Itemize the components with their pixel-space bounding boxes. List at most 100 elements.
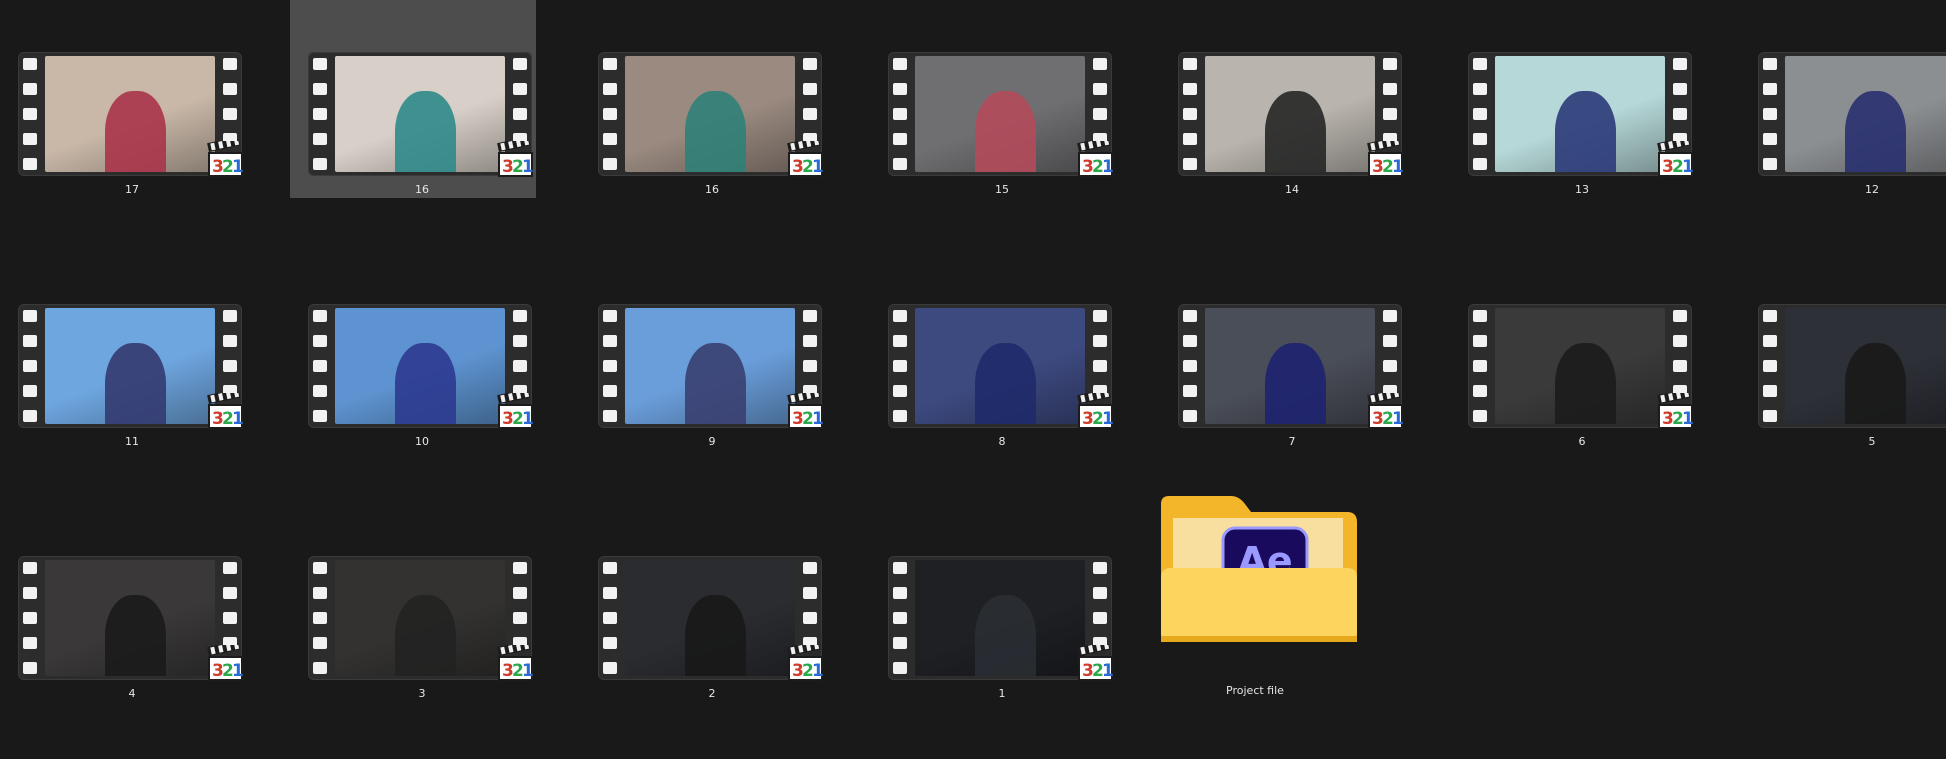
film-sprocket-holes bbox=[603, 58, 617, 170]
badge-digit: 1 bbox=[522, 409, 534, 429]
badge-digit: 1 bbox=[812, 157, 824, 177]
video-file-item[interactable]: 321 4 bbox=[0, 504, 246, 702]
video-file-item[interactable]: 321 6 bbox=[1450, 252, 1696, 450]
project-folder-item[interactable]: Ae Project file bbox=[1140, 470, 1370, 710]
badge-digit: 1 bbox=[1682, 157, 1694, 177]
badge-digit: 1 bbox=[812, 661, 824, 681]
file-name-label: 16 bbox=[415, 183, 429, 196]
video-frame-preview bbox=[625, 560, 795, 676]
file-name-label: 4 bbox=[128, 687, 136, 700]
film-sprocket-holes bbox=[313, 310, 327, 422]
media-player-badge-icon: 321 bbox=[1077, 141, 1114, 177]
film-sprocket-holes bbox=[1473, 310, 1487, 422]
file-name-label: 6 bbox=[1578, 435, 1586, 448]
video-file-item[interactable]: 3 2 1 17 bbox=[0, 0, 246, 198]
video-frame-preview bbox=[335, 560, 505, 676]
media-player-badge-icon: 321 bbox=[497, 141, 534, 177]
badge-digit: 1 bbox=[1102, 661, 1114, 681]
video-file-item[interactable]: 3215 bbox=[1740, 252, 1946, 450]
media-player-badge-icon: 321 bbox=[207, 141, 244, 177]
video-file-item[interactable]: 321 7 bbox=[1160, 252, 1406, 450]
film-sprocket-holes bbox=[23, 562, 37, 674]
badge-digit: 1 bbox=[522, 157, 534, 177]
media-player-badge-icon: 321 bbox=[787, 141, 824, 177]
media-player-badge-icon: 321 bbox=[207, 393, 244, 429]
video-file-item[interactable]: 3 2 1 13 bbox=[1450, 0, 1696, 198]
film-sprocket-holes bbox=[893, 58, 907, 170]
film-sprocket-holes bbox=[23, 310, 37, 422]
film-sprocket-holes bbox=[603, 562, 617, 674]
video-frame-preview bbox=[625, 56, 795, 172]
video-file-item[interactable]: 32112 bbox=[1740, 0, 1946, 198]
media-player-badge-icon: 321 bbox=[1657, 141, 1694, 177]
file-name-label: 14 bbox=[1285, 183, 1299, 196]
media-player-badge-icon: 321 bbox=[1077, 645, 1114, 681]
media-player-badge-icon: 321 bbox=[1077, 393, 1114, 429]
film-sprocket-holes bbox=[1183, 58, 1197, 170]
video-frame-preview bbox=[45, 560, 215, 676]
video-file-item[interactable]: 3 2 1 14 bbox=[1160, 0, 1406, 198]
video-frame-preview bbox=[915, 56, 1085, 172]
film-sprocket-holes bbox=[1763, 310, 1777, 422]
file-name-label: 13 bbox=[1575, 183, 1589, 196]
file-name-label: 15 bbox=[995, 183, 1009, 196]
badge-digit: 1 bbox=[1102, 157, 1114, 177]
file-name-label: 7 bbox=[1288, 435, 1296, 448]
video-frame-preview bbox=[1785, 308, 1946, 424]
video-frame-preview bbox=[1205, 308, 1375, 424]
file-name-label: 9 bbox=[708, 435, 716, 448]
media-player-badge-icon: 321 bbox=[1367, 393, 1404, 429]
media-player-badge-icon: 321 bbox=[1657, 393, 1694, 429]
video-thumbnail bbox=[1758, 52, 1946, 176]
film-sprocket-holes bbox=[893, 562, 907, 674]
video-frame-preview bbox=[1495, 308, 1665, 424]
badge-digit: 1 bbox=[232, 157, 244, 177]
file-name-label: 1 bbox=[998, 687, 1006, 700]
video-frame-preview bbox=[45, 308, 215, 424]
video-file-item[interactable]: 321 9 bbox=[580, 252, 826, 450]
file-name-label: 16 bbox=[705, 183, 719, 196]
badge-digit: 1 bbox=[522, 661, 534, 681]
video-frame-preview bbox=[335, 56, 505, 172]
file-grid: 3211732116321163211532114321133211232111… bbox=[0, 0, 1946, 759]
film-sprocket-holes bbox=[1473, 58, 1487, 170]
file-name-label: 3 bbox=[418, 687, 426, 700]
file-name-label: 8 bbox=[998, 435, 1006, 448]
video-file-item[interactable]: 321 2 bbox=[580, 504, 826, 702]
video-file-item[interactable]: 3211 bbox=[870, 504, 1116, 702]
video-thumbnail bbox=[1758, 304, 1946, 428]
badge-digit: 1 bbox=[1102, 409, 1114, 429]
video-frame-preview bbox=[45, 56, 215, 172]
film-sprocket-holes bbox=[313, 562, 327, 674]
film-sprocket-holes bbox=[1183, 310, 1197, 422]
film-sprocket-holes bbox=[23, 58, 37, 170]
video-frame-preview bbox=[1785, 56, 1946, 172]
video-frame-preview bbox=[625, 308, 795, 424]
film-sprocket-holes bbox=[893, 310, 907, 422]
badge-digit: 1 bbox=[1392, 409, 1404, 429]
video-file-item[interactable]: 321 3 bbox=[290, 504, 536, 702]
video-file-item[interactable]: 3 2 1 16 bbox=[290, 0, 536, 198]
video-file-item[interactable]: 3 2 1 11 bbox=[0, 252, 246, 450]
media-player-badge-icon: 321 bbox=[497, 393, 534, 429]
media-player-badge-icon: 321 bbox=[787, 645, 824, 681]
file-name-label: 12 bbox=[1865, 183, 1879, 196]
film-sprocket-holes bbox=[1763, 58, 1777, 170]
film-sprocket-holes bbox=[603, 310, 617, 422]
media-player-badge-icon: 321 bbox=[787, 393, 824, 429]
video-file-item[interactable]: 3 2 1 15 bbox=[870, 0, 1116, 198]
video-file-item[interactable]: 321 8 bbox=[870, 252, 1116, 450]
badge-digit: 1 bbox=[232, 661, 244, 681]
folder-name-label: Project file bbox=[1226, 684, 1284, 697]
video-file-item[interactable]: 3 2 1 16 bbox=[580, 0, 826, 198]
badge-digit: 1 bbox=[1392, 157, 1404, 177]
badge-digit: 1 bbox=[232, 409, 244, 429]
video-frame-preview bbox=[915, 560, 1085, 676]
media-player-badge-icon: 321 bbox=[207, 645, 244, 681]
media-player-badge-icon: 321 bbox=[1367, 141, 1404, 177]
video-frame-preview bbox=[915, 308, 1085, 424]
video-file-item[interactable]: 3 2 1 10 bbox=[290, 252, 536, 450]
badge-digit: 1 bbox=[1682, 409, 1694, 429]
media-player-badge-icon: 321 bbox=[497, 645, 534, 681]
video-frame-preview bbox=[335, 308, 505, 424]
